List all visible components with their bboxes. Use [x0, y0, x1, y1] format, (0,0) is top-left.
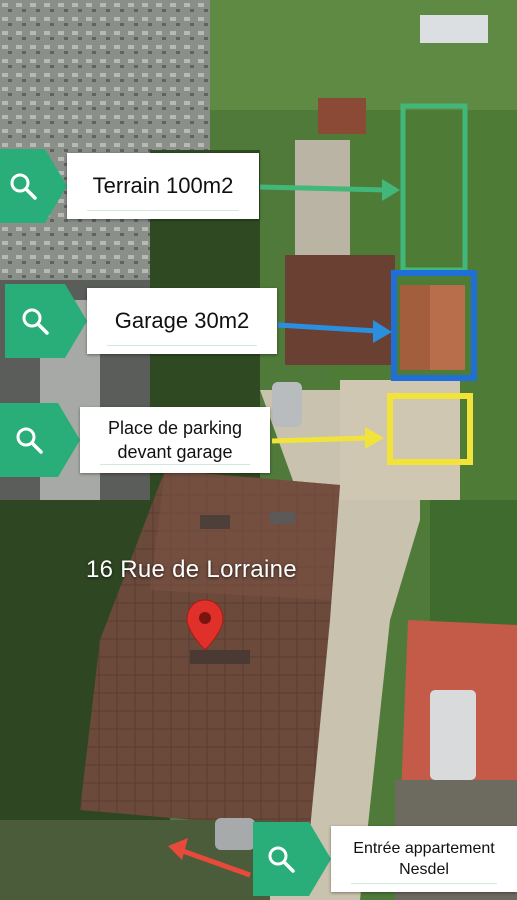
- search-icon: [10, 173, 37, 200]
- search-icon: [22, 308, 49, 335]
- entree-label: Entrée appartement Nesdel: [353, 840, 495, 878]
- garage-label-box: Garage 30m2: [87, 288, 277, 354]
- entree-label-box: Entrée appartement Nesdel: [331, 826, 517, 892]
- parking-label: Place de parking devant garage: [107, 418, 243, 462]
- terrain-tag[interactable]: Terrain 100m2: [0, 149, 259, 223]
- parking-underline: [100, 464, 250, 465]
- parking-tag[interactable]: Place de parking devant garage: [0, 403, 270, 477]
- garage-tag[interactable]: Garage 30m2: [5, 284, 277, 358]
- garage-label: Garage 30m2: [114, 308, 250, 333]
- terrain-search-tab[interactable]: [0, 149, 67, 223]
- search-icon: [16, 427, 43, 454]
- entree-underline: [351, 883, 497, 884]
- parking-label-box: Place de parking devant garage: [80, 407, 270, 473]
- terrain-label-box: Terrain 100m2: [67, 153, 259, 219]
- entree-search-tab[interactable]: [253, 822, 331, 896]
- terrain-label: Terrain 100m2: [92, 173, 234, 198]
- search-icon: [268, 846, 295, 873]
- entree-tag[interactable]: Entrée appartement Nesdel: [253, 822, 517, 896]
- terrain-underline: [87, 210, 239, 211]
- address-label: 16 Rue de Lorraine: [86, 556, 297, 583]
- garage-underline: [107, 345, 257, 346]
- parking-search-tab[interactable]: [0, 403, 80, 477]
- garage-search-tab[interactable]: [5, 284, 87, 358]
